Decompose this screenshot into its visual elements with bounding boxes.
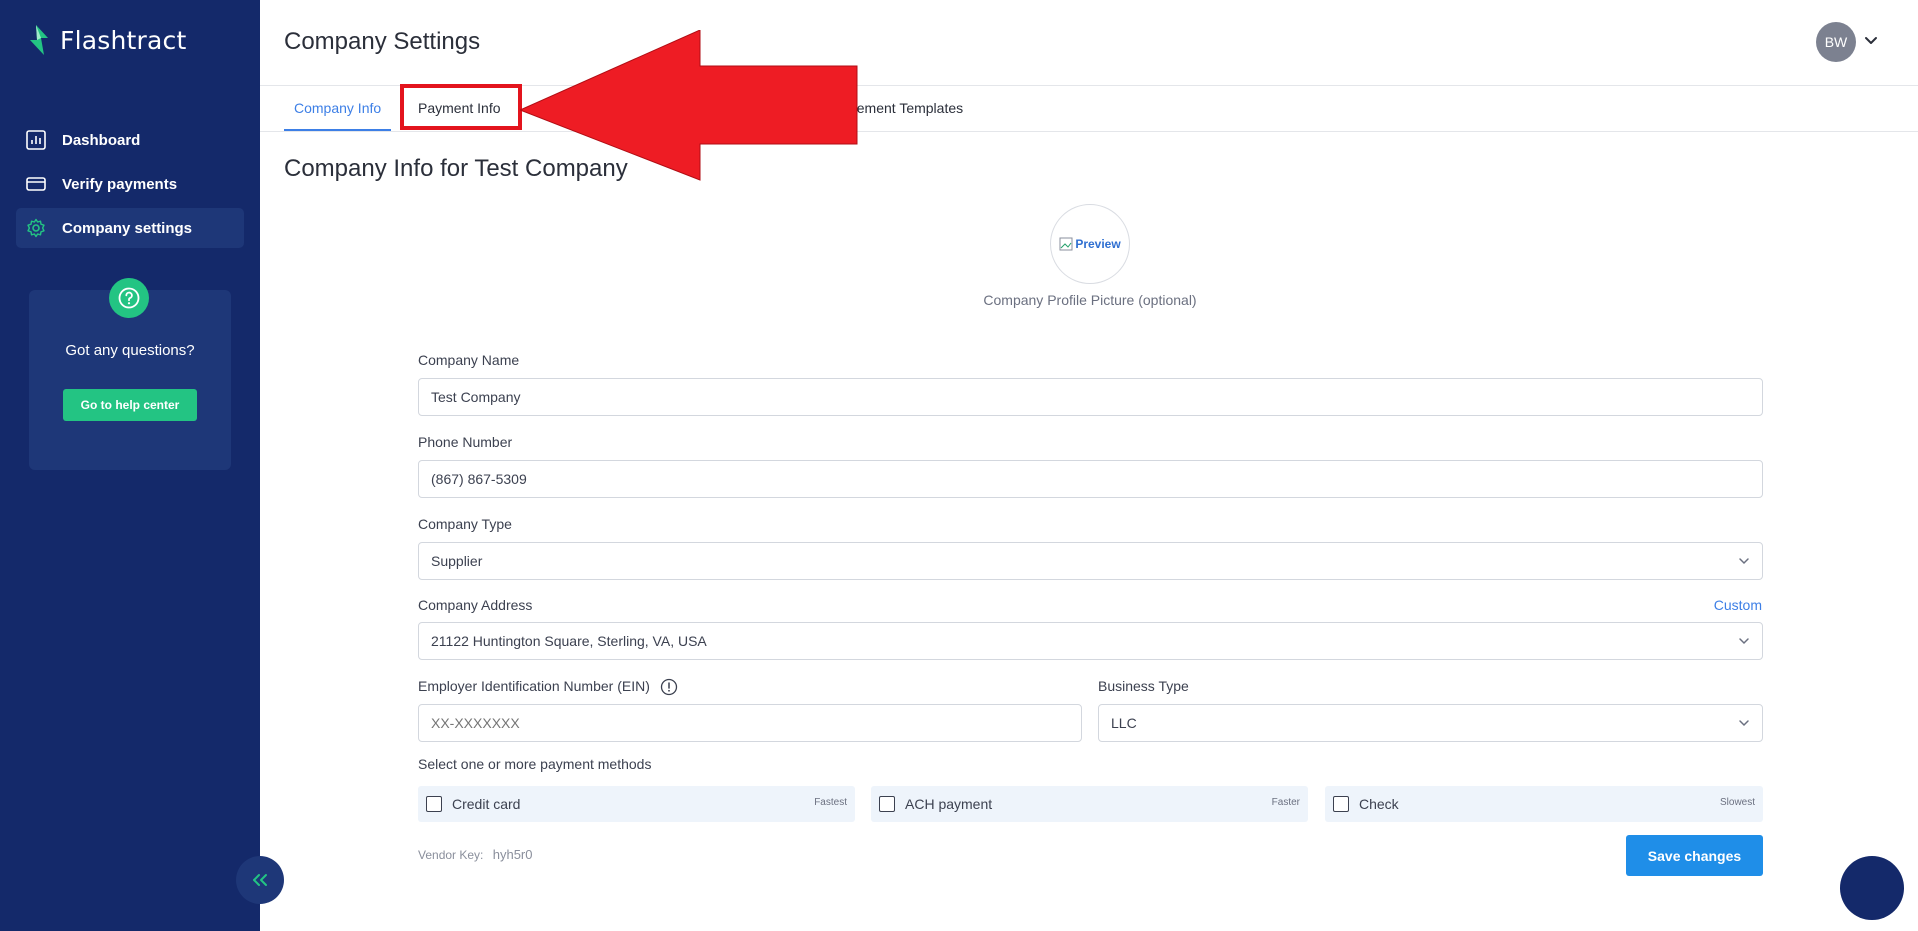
payment-option-label: Check (1359, 796, 1399, 812)
help-text: Got any questions? (65, 342, 195, 359)
sidebar-item-verify-payments[interactable]: Verify payments (16, 164, 244, 204)
company-type-label: Company Type (418, 516, 512, 532)
company-type-value: Supplier (431, 553, 483, 569)
payment-speed-badge: Fastest (814, 797, 847, 808)
tab-requirement-templates[interactable]: irement Templates (849, 86, 963, 131)
check-checkbox[interactable] (1333, 796, 1349, 812)
chevron-down-icon (1739, 638, 1749, 645)
preview-alt-text: Preview (1075, 237, 1121, 251)
ein-label-text: Employer Identification Number (EIN) (418, 678, 650, 694)
company-address-label: Company Address (418, 597, 533, 613)
payment-speed-badge: Slowest (1719, 797, 1755, 808)
sidebar-item-label: Verify payments (62, 175, 178, 193)
business-type-select[interactable]: LLC (1098, 704, 1763, 742)
profile-picture-caption: Company Profile Picture (optional) (983, 292, 1197, 308)
payment-speed-badge: Faster (1271, 797, 1300, 808)
broken-image-icon (1059, 237, 1073, 251)
phone-label: Phone Number (418, 434, 513, 450)
chart-icon (26, 130, 46, 150)
gear-icon (27, 218, 45, 238)
credit-card-checkbox[interactable] (426, 796, 442, 812)
chevron-down-icon (1739, 558, 1749, 565)
company-name-input[interactable]: Test Company (418, 378, 1763, 416)
chevron-down-icon (1739, 720, 1749, 727)
business-type-label: Business Type (1098, 678, 1189, 694)
phone-input[interactable]: (867) 867-5309 (418, 460, 1763, 498)
double-chevron-left-icon (253, 874, 267, 886)
company-type-select[interactable]: Supplier (418, 542, 1763, 580)
brand[interactable]: Flashtract (28, 24, 186, 56)
info-icon[interactable] (660, 678, 678, 696)
vendor-key-value: hyh5r0 (492, 847, 533, 862)
sidebar-nav: Dashboard Verify payments Company settin… (16, 120, 244, 252)
vendor-key: Vendor Key: hyh5r0 (418, 847, 532, 862)
company-address-value: 21122 Huntington Square, Sterling, VA, U… (431, 633, 707, 649)
page-title: Company Settings (284, 28, 481, 55)
payment-option-check[interactable]: Check Slowest (1325, 786, 1763, 822)
question-icon (109, 278, 149, 318)
credit-card-icon (26, 177, 46, 191)
help-center-button[interactable]: Go to help center (63, 389, 197, 421)
brand-name: Flashtract (60, 25, 187, 55)
payment-option-credit-card[interactable]: Credit card Fastest (418, 786, 855, 822)
business-type-value: LLC (1111, 715, 1137, 731)
chevron-down-icon[interactable] (1864, 36, 1878, 46)
payment-option-label: Credit card (452, 796, 521, 812)
ach-payment-checkbox[interactable] (879, 796, 895, 812)
sidebar: Flashtract Dashboard Verify payments Com… (0, 0, 260, 931)
header: Company Settings BW (260, 0, 1918, 86)
chat-widget-button[interactable] (1840, 856, 1904, 920)
sidebar-item-label: Company settings (62, 219, 193, 237)
vendor-key-label: Vendor Key: (418, 848, 484, 862)
ein-input[interactable] (418, 704, 1082, 742)
payment-methods-label: Select one or more payment methods (418, 756, 652, 772)
avatar[interactable]: BW (1816, 22, 1856, 62)
profile-picture-preview: Preview (1059, 237, 1121, 251)
sidebar-item-label: Dashboard (62, 131, 141, 149)
sidebar-item-company-settings[interactable]: Company settings (16, 208, 244, 248)
company-name-label: Company Name (418, 352, 520, 368)
tab-company-info[interactable]: Company Info (284, 86, 392, 131)
profile-picture-upload[interactable]: Preview (1050, 204, 1130, 284)
help-card: Got any questions? Go to help center (29, 278, 231, 470)
save-changes-button[interactable]: Save changes (1626, 835, 1763, 876)
payment-option-ach[interactable]: ACH payment Faster (871, 786, 1308, 822)
sidebar-item-dashboard[interactable]: Dashboard (16, 120, 244, 160)
collapse-sidebar-button[interactable] (236, 856, 284, 904)
red-arrow-annotation (520, 30, 858, 181)
tab-bar: Company Info Payment Info B irement Temp… (260, 86, 1918, 132)
custom-address-link[interactable]: Custom (1714, 597, 1762, 613)
payment-option-label: ACH payment (905, 796, 993, 812)
ein-label: Employer Identification Number (EIN) (418, 678, 678, 696)
tab-payment-info[interactable]: Payment Info (418, 86, 501, 131)
company-address-select[interactable]: 21122 Huntington Square, Sterling, VA, U… (418, 622, 1763, 660)
lightning-bolt-icon (30, 25, 48, 55)
